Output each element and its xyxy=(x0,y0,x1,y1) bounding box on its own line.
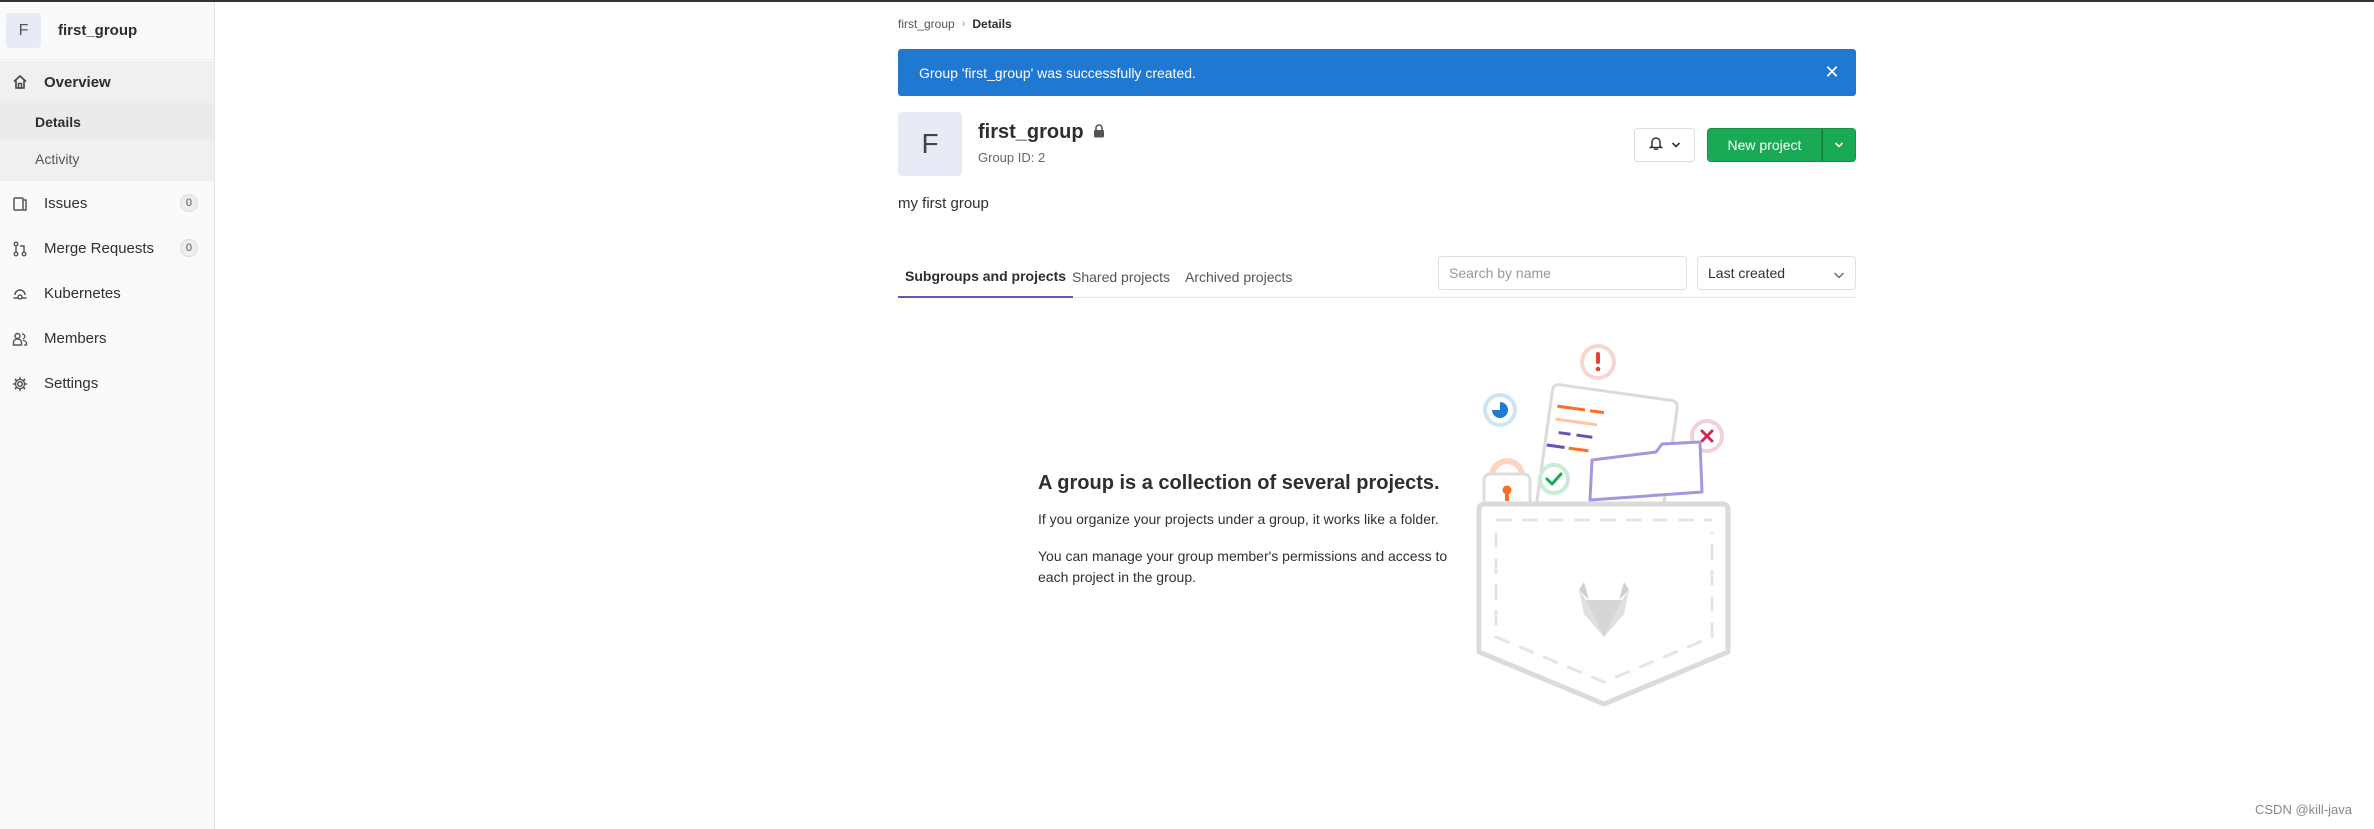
sidebar-item-label: Overview xyxy=(44,73,111,91)
lock-icon xyxy=(1093,121,1105,144)
sidebar-item-kubernetes[interactable]: Kubernetes xyxy=(0,271,214,316)
sidebar-item-label: Issues xyxy=(44,195,88,212)
sidebar-subitem-details[interactable]: Details xyxy=(0,103,214,140)
notification-dropdown-button[interactable] xyxy=(1634,128,1695,162)
merge-requests-count-badge: 0 xyxy=(179,239,198,257)
tab-shared-projects[interactable]: Shared projects xyxy=(1072,256,1170,298)
new-project-dropdown-toggle[interactable] xyxy=(1822,128,1856,162)
group-id: Group ID: 2 xyxy=(978,150,1046,165)
sidebar-item-label: Activity xyxy=(35,150,80,167)
bell-icon xyxy=(1648,136,1663,155)
sidebar-item-label: Kubernetes xyxy=(44,285,121,302)
close-icon[interactable]: ✕ xyxy=(1822,62,1842,82)
alert-icon xyxy=(1580,344,1616,380)
sidebar-group-name: first_group xyxy=(58,22,138,39)
sidebar-context-header[interactable]: F first_group xyxy=(0,2,214,60)
group-avatar: F xyxy=(898,112,962,176)
issues-count-badge: 0 xyxy=(179,194,198,212)
kubernetes-icon xyxy=(10,284,30,304)
group-avatar-small: F xyxy=(6,13,41,48)
group-name: first_group xyxy=(978,121,1084,143)
merge-request-icon xyxy=(10,239,30,259)
sidebar-item-label: Settings xyxy=(44,375,99,392)
group-description: my first group xyxy=(898,195,989,212)
check-circle-icon xyxy=(1538,463,1570,495)
chevron-down-icon xyxy=(1671,136,1681,154)
issues-icon xyxy=(10,194,30,214)
empty-state-paragraph: You can manage your group member's permi… xyxy=(1038,548,1448,585)
tab-archived-projects[interactable]: Archived projects xyxy=(1185,256,1292,298)
sidebar-item-merge-requests[interactable]: Merge Requests 0 xyxy=(0,226,214,271)
breadcrumb-current[interactable]: Details xyxy=(972,17,1011,31)
sidebar-item-issues[interactable]: Issues 0 xyxy=(0,181,214,226)
clock-icon xyxy=(1483,393,1517,427)
breadcrumb-link-group[interactable]: first_group xyxy=(898,17,955,31)
empty-state-title: A group is a collection of several proje… xyxy=(1038,472,1440,494)
sidebar-overview-section: Overview Details Activity xyxy=(0,61,214,181)
sidebar-item-label: Merge Requests xyxy=(44,240,155,257)
new-project-split-button: New project xyxy=(1707,128,1856,162)
tab-subgroups-and-projects[interactable]: Subgroups and projects xyxy=(898,256,1074,298)
empty-state-illustration xyxy=(1476,344,1731,707)
home-icon xyxy=(10,72,30,92)
group-header: F first_group Group ID: 2 New project xyxy=(898,112,1856,176)
flash-notice: Group 'first_group' was successfully cre… xyxy=(898,49,1856,96)
flash-message: Group 'first_group' was successfully cre… xyxy=(919,64,1196,81)
sidebar-item-overview[interactable]: Overview xyxy=(0,61,214,103)
top-border xyxy=(0,0,2374,2)
watermark: CSDN @kill-java xyxy=(2255,802,2352,817)
group-tabs-bar: Subgroups and projects Shared projects A… xyxy=(898,256,1856,298)
sort-dropdown[interactable]: Last created xyxy=(1697,256,1856,290)
breadcrumb: first_group › Details xyxy=(898,17,1012,31)
search-input[interactable] xyxy=(1438,256,1687,290)
sidebar-item-label: Members xyxy=(44,330,107,347)
sort-selected-value: Last created xyxy=(1708,265,1786,281)
sidebar-item-label: Details xyxy=(35,113,81,130)
sidebar: F first_group Overview Details Activity … xyxy=(0,2,215,829)
gear-icon xyxy=(10,374,30,394)
empty-state-text: A group is a collection of several proje… xyxy=(1038,472,1458,604)
group-title: first_group xyxy=(978,121,1105,144)
chevron-right-icon: › xyxy=(961,18,966,30)
chevron-down-icon xyxy=(1833,267,1845,283)
chevron-down-icon xyxy=(1834,136,1844,154)
users-icon xyxy=(10,329,30,349)
sidebar-item-members[interactable]: Members xyxy=(0,316,214,361)
sidebar-subitem-activity[interactable]: Activity xyxy=(0,140,214,177)
sidebar-item-settings[interactable]: Settings xyxy=(0,361,214,406)
empty-state-paragraph: If you organize your projects under a gr… xyxy=(1038,511,1439,527)
new-project-button[interactable]: New project xyxy=(1707,128,1822,162)
